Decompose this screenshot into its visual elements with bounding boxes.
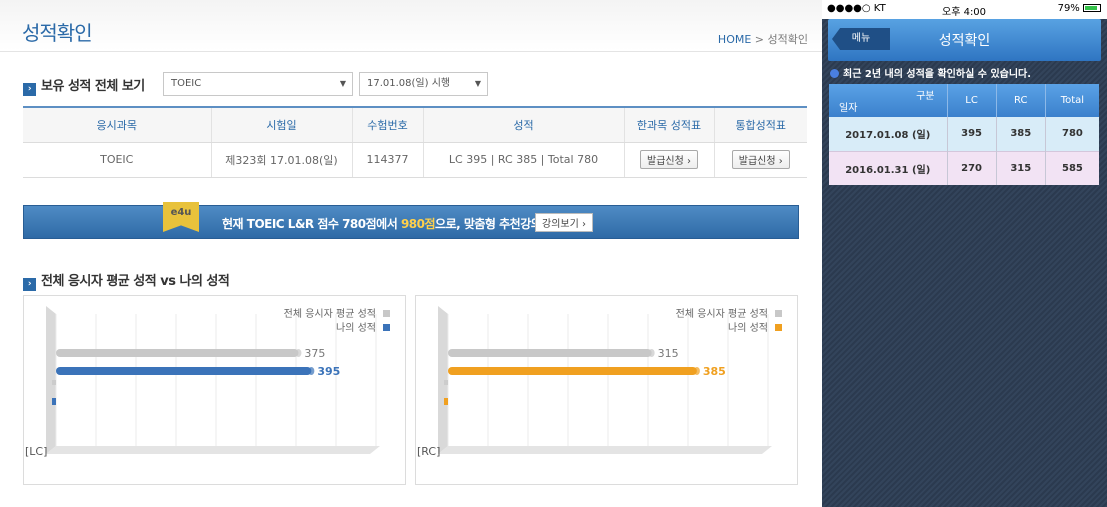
breadcrumb-current: 성적확인 bbox=[767, 33, 808, 46]
col-total: Total bbox=[1045, 84, 1099, 117]
rc-chart-tag: [RC] bbox=[417, 445, 441, 458]
cell-lc: 395 bbox=[947, 117, 997, 151]
cell-combined-report: 발급신청 › bbox=[714, 142, 807, 178]
status-bar: ●●●●○ KT 오후 4:00 79% bbox=[822, 0, 1107, 19]
clock: 오후 4:00 bbox=[942, 7, 987, 18]
col-score: 성적 bbox=[423, 107, 625, 143]
legend-swatch bbox=[775, 310, 782, 317]
recommend-banner: e4u 현재 TOEIC L&R 점수 780점에서 980점으로, 맞춤형 추… bbox=[23, 202, 799, 239]
legend-swatch bbox=[775, 324, 782, 331]
issue-combined-report-button[interactable]: 발급신청 › bbox=[731, 150, 790, 169]
notice: 최근 2년 내의 성적을 확인하실 수 있습니다. bbox=[830, 65, 1031, 80]
cell-subject: TOEIC bbox=[23, 142, 212, 178]
web-page: 성적확인 HOME > 성적확인 › 보유 성적 전체 보기 TOEIC ▼ 17.… bbox=[0, 0, 822, 507]
corner-header: 구분 일자 bbox=[829, 84, 948, 117]
rc-chart-svg: 전체 응시자 평균 성적나의 성적 315 385 bbox=[438, 306, 782, 454]
bar-stub bbox=[444, 398, 448, 405]
battery-icon bbox=[1083, 4, 1101, 12]
mobile-title: 성적확인 bbox=[938, 33, 991, 49]
col-date: 시험일 bbox=[211, 107, 353, 143]
cell-number: 114377 bbox=[352, 142, 424, 178]
date-select[interactable]: 17.01.08(일) 시행 ▼ bbox=[359, 72, 488, 96]
exam-select[interactable]: TOEIC ▼ bbox=[163, 72, 353, 96]
section-title-all-scores: › 보유 성적 전체 보기 bbox=[23, 75, 145, 96]
rc-chart: 전체 응시자 평균 성적나의 성적 315 385 [RC] bbox=[415, 295, 798, 485]
bar bbox=[448, 367, 697, 375]
breadcrumb-home[interactable]: HOME bbox=[718, 33, 751, 46]
chart-floor bbox=[46, 446, 380, 454]
chart-floor bbox=[438, 446, 772, 454]
legend-label: 나의 성적 bbox=[728, 322, 768, 334]
section-bullet-icon: › bbox=[23, 83, 36, 96]
col-rc: RC bbox=[996, 84, 1046, 117]
title-band bbox=[0, 0, 822, 52]
table-row[interactable]: 2016.01.31 (일) 270 315 585 bbox=[829, 150, 1099, 185]
bar-cap bbox=[308, 367, 315, 375]
legend-label: 나의 성적 bbox=[336, 322, 376, 334]
e4u-badge: e4u bbox=[163, 202, 199, 232]
banner-message: 현재 TOEIC L&R 점수 780점에서 980점으로, 맞춤형 추천강의 bbox=[222, 217, 542, 231]
lc-chart-svg: 전체 응시자 평균 성적나의 성적 375 395 bbox=[46, 306, 390, 454]
col-subject: 응시과목 bbox=[23, 107, 212, 143]
section-title-comparison: › 전체 응시자 평균 성적 vs 나의 성적 bbox=[23, 270, 230, 291]
cell-date: 2016.01.31 (일) bbox=[829, 150, 948, 185]
cell-rc: 385 bbox=[996, 117, 1046, 151]
carrier: ●●●●○ KT bbox=[827, 3, 886, 14]
col-lc: LC bbox=[947, 84, 997, 117]
mobile-screen: ●●●●○ KT 오후 4:00 79% 메뉴 성적확인 최근 2년 내의 성적… bbox=[822, 0, 1107, 507]
scores-table: 응시과목 시험일 수험번호 성적 한과목 성적표 통합성적표 TOEIC 제32… bbox=[23, 106, 807, 178]
table-row[interactable]: 2017.01.08 (일) 395 385 780 bbox=[829, 117, 1099, 151]
legend-label: 전체 응시자 평균 성적 bbox=[676, 308, 768, 320]
cell-rc: 315 bbox=[996, 150, 1046, 185]
table-row: TOEIC 제323회 17.01.08(일) 114377 LC 395 | … bbox=[23, 142, 807, 178]
col-number: 수험번호 bbox=[352, 107, 424, 143]
section-bullet-icon: › bbox=[23, 278, 36, 291]
legend-swatch bbox=[383, 324, 390, 331]
cell-date: 제323회 17.01.08(일) bbox=[211, 142, 353, 178]
bar-stub bbox=[52, 398, 56, 405]
cell-total: 585 bbox=[1045, 150, 1099, 185]
battery-status: 79% bbox=[1058, 3, 1101, 14]
mobile-score-table: 구분 일자 LC RC Total 2017.01.08 (일) 395 385… bbox=[829, 84, 1099, 185]
col-single-report: 한과목 성적표 bbox=[624, 107, 715, 143]
view-lecture-button[interactable]: 강의보기 › bbox=[535, 213, 593, 232]
legend-swatch bbox=[383, 310, 390, 317]
cell-date: 2017.01.08 (일) bbox=[829, 117, 948, 151]
bar-stub bbox=[444, 380, 448, 385]
bar bbox=[448, 349, 652, 357]
cell-total: 780 bbox=[1045, 117, 1099, 151]
cell-single-report: 발급신청 › bbox=[624, 142, 715, 178]
bar-cap bbox=[693, 367, 700, 375]
cell-score: LC 395 | RC 385 | Total 780 bbox=[423, 142, 625, 178]
breadcrumb: HOME > 성적확인 bbox=[718, 31, 808, 47]
legend-label: 전체 응시자 평균 성적 bbox=[284, 308, 376, 320]
bar-value-label: 385 bbox=[703, 365, 726, 378]
bullet-dot-icon bbox=[830, 69, 839, 78]
lc-chart-tag: [LC] bbox=[25, 445, 48, 458]
bar bbox=[56, 349, 299, 357]
bar-value-label: 375 bbox=[304, 347, 325, 360]
bar-value-label: 315 bbox=[658, 347, 679, 360]
cell-lc: 270 bbox=[947, 150, 997, 185]
issue-single-report-button[interactable]: 발급신청 › bbox=[640, 150, 698, 169]
bar-cap bbox=[295, 349, 302, 357]
bar-value-label: 395 bbox=[317, 365, 340, 378]
bar-stub bbox=[52, 380, 56, 385]
bar bbox=[56, 367, 312, 375]
chevron-down-icon: ▼ bbox=[339, 79, 346, 88]
mobile-header: 메뉴 성적확인 bbox=[828, 19, 1101, 61]
chevron-down-icon: ▼ bbox=[474, 79, 481, 88]
page-title: 성적확인 bbox=[22, 21, 93, 45]
breadcrumb-sep: > bbox=[754, 33, 765, 46]
lc-chart: 전체 응시자 평균 성적나의 성적 375 395 [LC] bbox=[23, 295, 406, 485]
bar-cap bbox=[648, 349, 655, 357]
col-combined-report: 통합성적표 bbox=[714, 107, 807, 143]
